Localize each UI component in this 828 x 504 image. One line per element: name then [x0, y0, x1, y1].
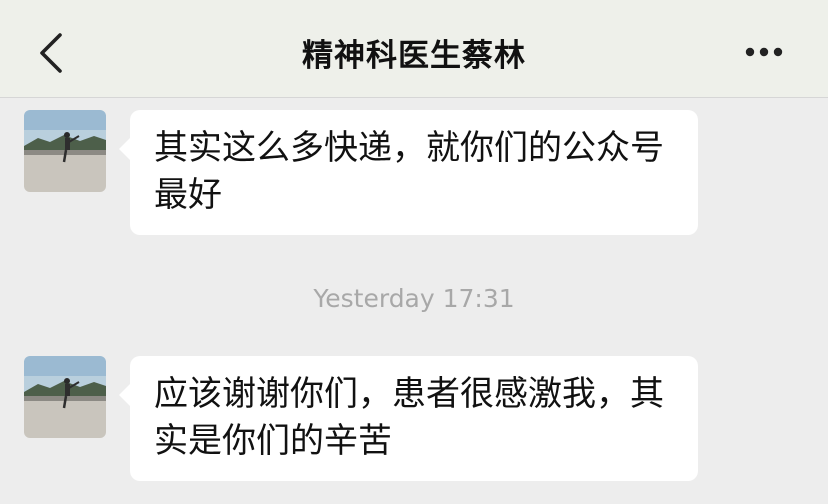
- avatar-photo: [24, 110, 106, 192]
- ellipsis-icon: [745, 47, 783, 57]
- message-bubble[interactable]: 其实这么多快递，就你们的公众号最好: [119, 110, 698, 235]
- bubble-tail: [119, 137, 131, 161]
- more-options-button[interactable]: [742, 40, 786, 64]
- chat-title: 精神科医生蔡林: [302, 38, 526, 74]
- contact-avatar[interactable]: [24, 110, 106, 192]
- bubble-tail: [119, 383, 131, 407]
- message-bubble[interactable]: 应该谢谢你们，患者很感激我，其实是你们的辛苦: [119, 356, 698, 481]
- message-text: 其实这么多快递，就你们的公众号最好: [154, 128, 664, 215]
- message-timestamp: Yesterday 17:31: [313, 284, 515, 313]
- chat-header: 精神科医生蔡林: [0, 0, 828, 98]
- avatar-photo: [24, 356, 106, 438]
- message-text: 应该谢谢你们，患者很感激我，其实是你们的辛苦: [154, 374, 664, 461]
- contact-avatar[interactable]: [24, 356, 106, 438]
